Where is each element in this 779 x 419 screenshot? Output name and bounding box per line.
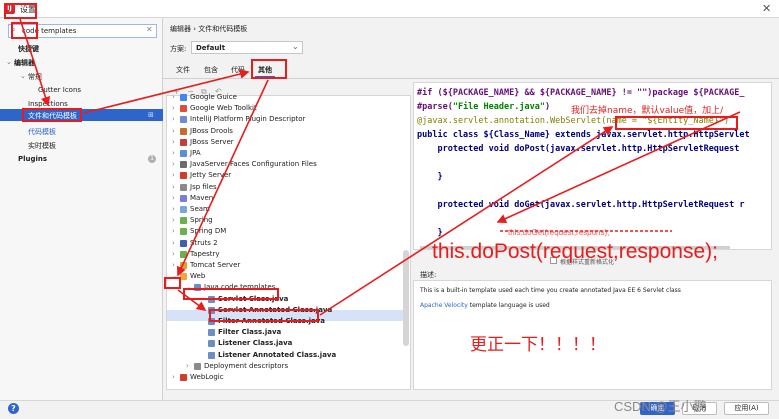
arrow-web-to-servlet [177,289,207,311]
arrow-to-other-tab [83,69,250,114]
arrow-title-to-file-templates [19,18,51,107]
arrow-to-web [176,79,269,277]
arrow-to-webservlet [319,126,614,316]
arrow-to-doget [496,111,741,224]
annotation-arrows [19,18,741,316]
